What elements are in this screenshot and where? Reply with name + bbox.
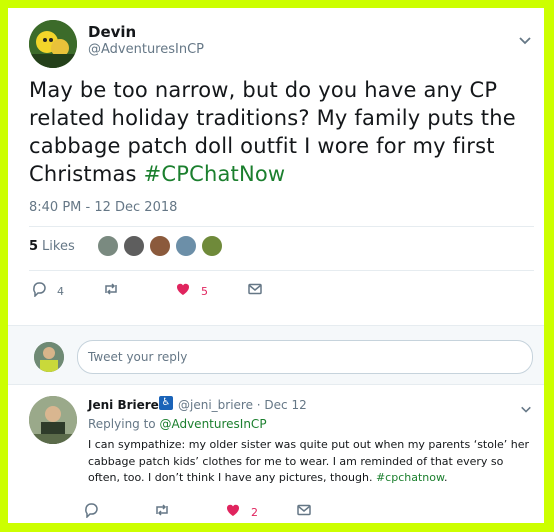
dm-icon[interactable]: [247, 281, 263, 301]
liker-avatar[interactable]: [200, 235, 223, 257]
reply-action[interactable]: 4: [31, 281, 64, 301]
liker-avatar[interactable]: [148, 235, 171, 257]
reply-text: I can sympathize: my older sister was qu…: [88, 437, 533, 487]
replying-to: Replying to @AdventuresInCP: [88, 417, 267, 431]
dm-icon[interactable]: [296, 502, 312, 522]
replying-prefix: Replying to: [88, 417, 160, 431]
liker-avatars: [96, 235, 227, 257]
dm-action[interactable]: [247, 281, 263, 301]
retweet-action[interactable]: [154, 502, 180, 522]
like-action[interactable]: 2: [225, 502, 258, 522]
author-handle[interactable]: @AdventuresInCP: [88, 42, 204, 57]
divider: [29, 226, 534, 227]
reply-text-end: .: [443, 471, 448, 484]
likes-count[interactable]: 5: [29, 239, 38, 254]
accessibility-icon: ♿: [159, 396, 173, 410]
reply-text-body: I can sympathize: my older sister was qu…: [88, 438, 530, 484]
heart-icon[interactable]: [225, 502, 241, 522]
like-count: 5: [201, 284, 208, 298]
reply-action[interactable]: [83, 502, 109, 522]
author-avatar[interactable]: [29, 20, 77, 68]
reply-icon[interactable]: [83, 502, 99, 522]
reply-author-meta[interactable]: @jeni_briere · Dec 12: [178, 398, 307, 412]
chevron-down-icon[interactable]: [518, 32, 532, 46]
liker-avatar[interactable]: [122, 235, 145, 257]
reply-author-name[interactable]: Jeni Briere: [88, 398, 159, 412]
like-action[interactable]: 5: [175, 281, 208, 301]
tweet-card: Devin @AdventuresInCP May be too narrow,…: [8, 8, 544, 523]
hashtag-link[interactable]: #cpchatnow: [376, 471, 444, 484]
tweet-timestamp[interactable]: 8:40 PM - 12 Dec 2018: [29, 200, 177, 215]
reply-icon[interactable]: [31, 281, 47, 301]
chevron-down-icon[interactable]: [520, 400, 532, 413]
author-name[interactable]: Devin: [88, 23, 136, 41]
tweet-text: May be too narrow, but do you have any C…: [29, 76, 534, 188]
liker-avatar[interactable]: [96, 235, 119, 257]
divider: [29, 270, 534, 271]
like-count: 2: [251, 505, 258, 519]
reply-count: 4: [57, 284, 64, 298]
hashtag-link[interactable]: #CPChatNow: [144, 162, 286, 186]
replying-to-link[interactable]: @AdventuresInCP: [159, 417, 266, 431]
reply-author-avatar[interactable]: [29, 396, 77, 444]
retweet-action[interactable]: [103, 281, 129, 301]
reply-composer: Tweet your reply: [8, 325, 544, 385]
likes-label[interactable]: Likes: [42, 239, 75, 254]
retweet-icon[interactable]: [103, 281, 119, 301]
liker-avatar[interactable]: [174, 235, 197, 257]
current-user-avatar[interactable]: [34, 342, 64, 372]
reply-input[interactable]: Tweet your reply: [77, 340, 533, 374]
dm-action[interactable]: [296, 502, 312, 522]
heart-icon[interactable]: [175, 281, 191, 301]
retweet-icon[interactable]: [154, 502, 170, 522]
likes-row[interactable]: 5 Likes: [29, 234, 227, 258]
